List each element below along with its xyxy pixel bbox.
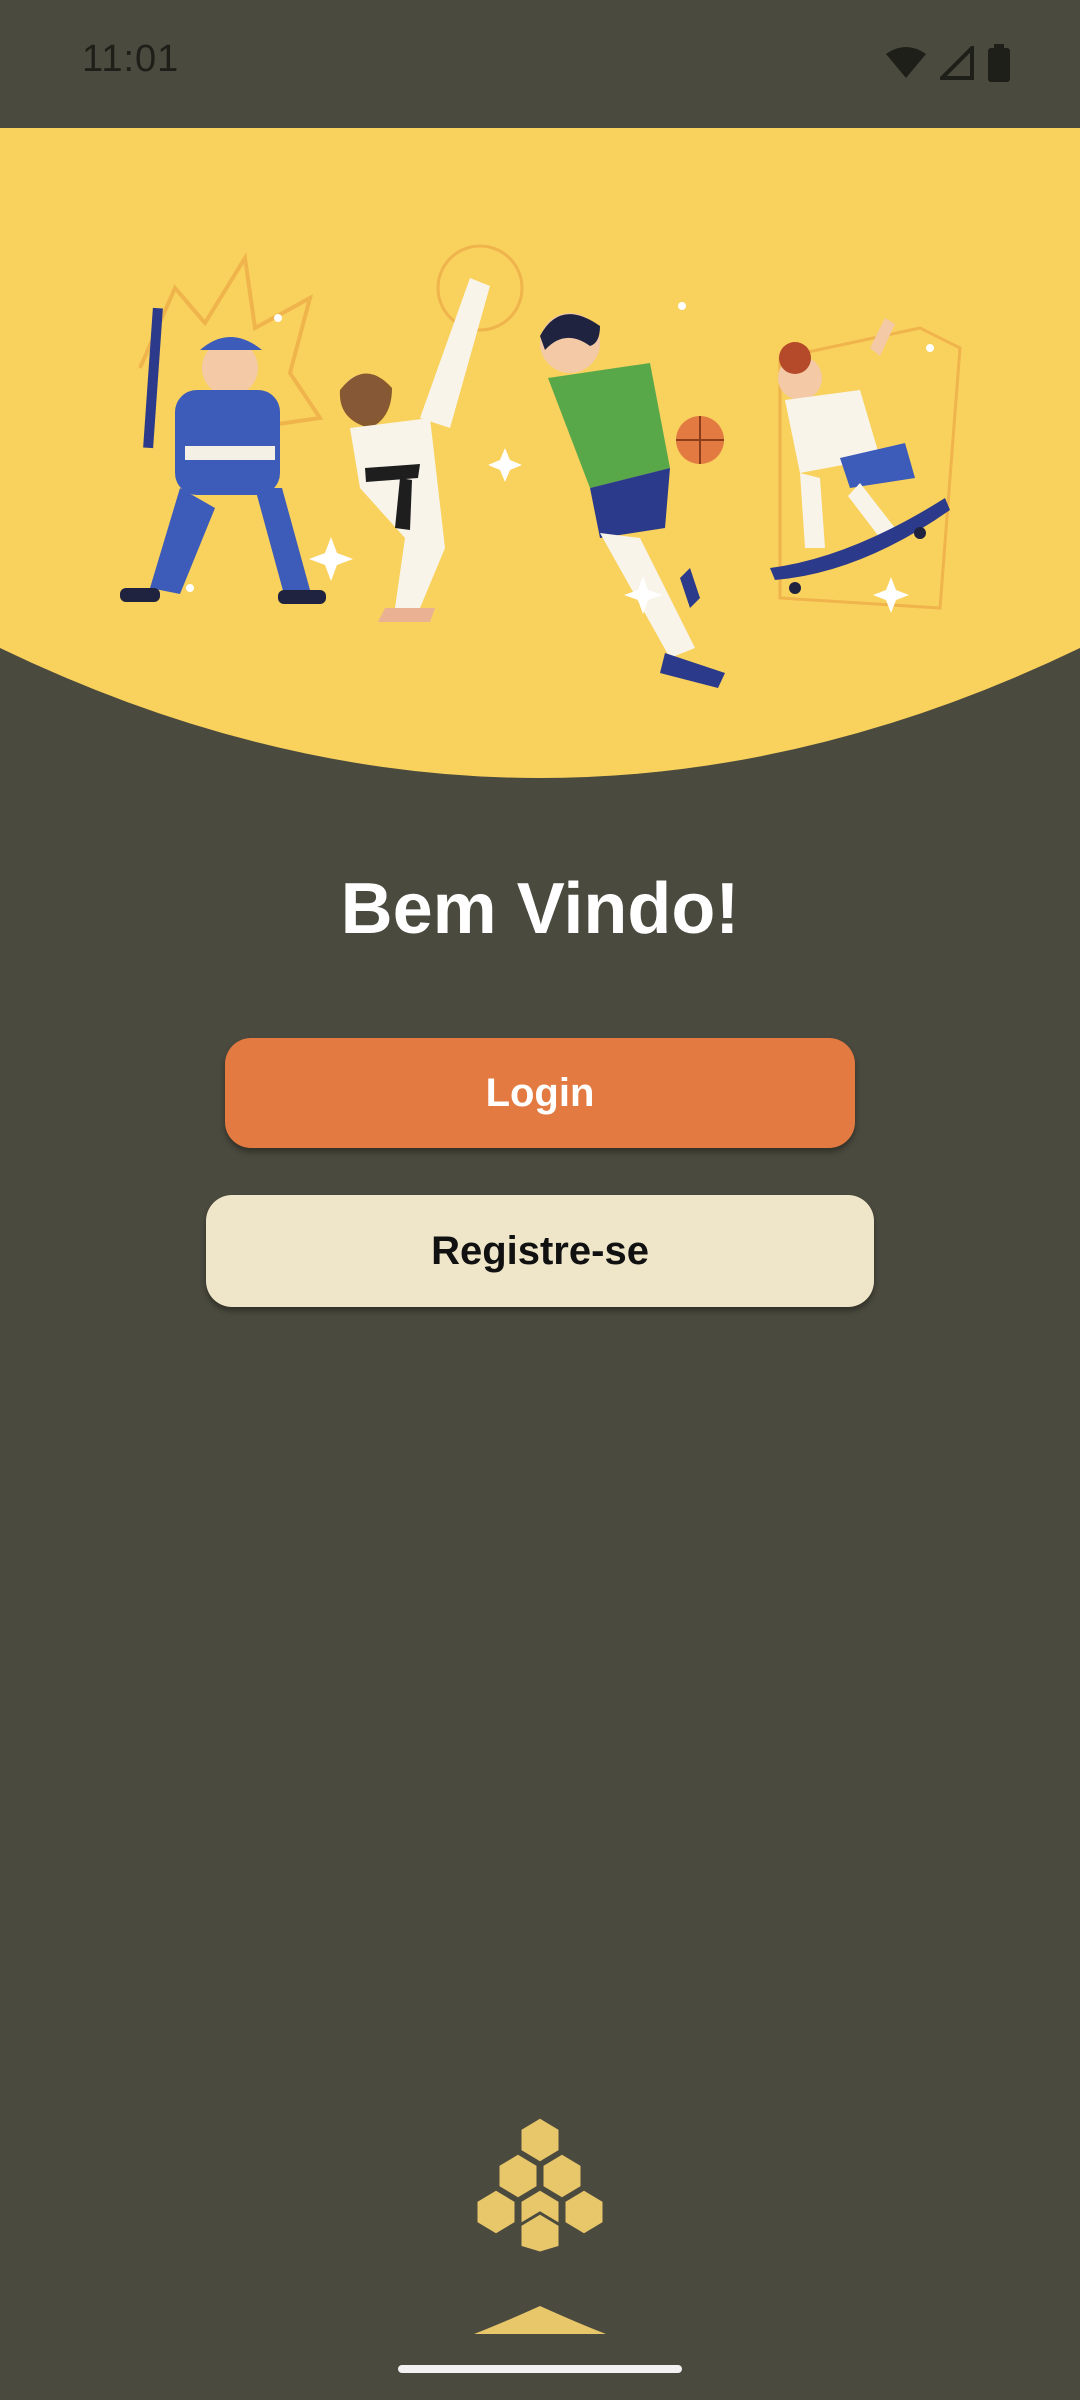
hero-banner	[0, 128, 1080, 778]
status-bar: 11:01	[0, 0, 1080, 128]
status-time: 11:01	[82, 38, 180, 80]
cellular-signal-icon	[940, 46, 974, 80]
wifi-icon	[886, 47, 926, 78]
login-button[interactable]: Login	[225, 1038, 855, 1148]
battery-icon	[988, 44, 1010, 82]
welcome-title: Bem Vindo!	[340, 869, 740, 949]
register-button[interactable]: Registre-se	[206, 1195, 874, 1307]
honeycomb-logo-icon	[474, 2115, 606, 2255]
swipe-up-handle-icon[interactable]	[470, 2298, 610, 2338]
home-gesture-bar[interactable]	[398, 2365, 682, 2373]
status-icons	[886, 44, 1010, 82]
